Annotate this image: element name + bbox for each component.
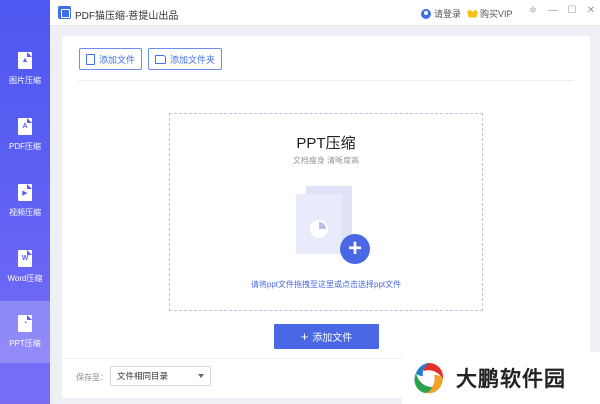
login-button[interactable]: 请登录 xyxy=(421,7,461,20)
app-title: PDF猫压缩-菩提山出品 xyxy=(75,11,179,22)
save-location-select[interactable]: 文件相同目录 xyxy=(110,366,211,386)
add-file-primary-button[interactable]: + 添加文件 xyxy=(274,324,379,349)
add-file-button[interactable]: 添加文件 xyxy=(79,48,143,70)
image-file-icon: ▲ xyxy=(18,52,32,69)
dropzone-hint[interactable]: 请将ppt文件拖拽至这里或点击选择ppt文件 xyxy=(170,279,482,290)
chevron-down-icon xyxy=(198,374,204,378)
add-circle-icon[interactable]: + xyxy=(340,234,370,264)
sidebar-item-label: 图片压缩 xyxy=(9,76,41,85)
add-folder-button[interactable]: 添加文件夹 xyxy=(148,48,223,70)
sidebar: ▲ 图片压缩 A PDF压缩 ▶ 视频压缩 W Word压缩 ◔ PPT压缩 xyxy=(0,0,50,404)
ppt-file-icon: ◔ xyxy=(18,315,32,332)
sidebar-item-video-compress[interactable]: ▶ 视频压缩 xyxy=(0,170,50,232)
add-folder-label: 添加文件夹 xyxy=(170,54,216,65)
minimize-icon[interactable]: — xyxy=(547,5,559,16)
dropzone-subtitle: 文档瘦身 清晰度高 xyxy=(292,156,360,165)
vip-label: 购买VIP xyxy=(480,9,513,19)
login-label: 请登录 xyxy=(434,9,462,19)
app-logo-icon xyxy=(58,6,71,19)
dropzone-title: PPT压缩 xyxy=(296,135,356,152)
title-bar: PDF猫压缩-菩提山出品 请登录 购买VIP ≑ — ☐ ✕ xyxy=(0,0,600,26)
folder-add-icon xyxy=(155,54,166,64)
pdf-file-icon: A xyxy=(18,118,32,135)
watermark-text: 大鹏软件园 xyxy=(456,368,566,391)
maximize-icon[interactable]: ☐ xyxy=(566,5,578,16)
menu-icon[interactable]: ≑ xyxy=(527,5,539,16)
user-icon xyxy=(421,8,431,19)
main-panel: 添加文件 添加文件夹 PPT压缩 文档瘦身 清晰度高 + 请将ppt文件拖拽至这… xyxy=(62,36,590,398)
save-location-value: 文件相同目录 xyxy=(117,371,169,381)
file-add-icon xyxy=(86,53,95,65)
primary-button-label: 添加文件 xyxy=(312,333,353,344)
sidebar-item-pdf-compress[interactable]: A PDF压缩 xyxy=(0,104,50,166)
plus-icon: + xyxy=(300,329,309,344)
watermark: 大鹏软件园 xyxy=(402,352,600,404)
divider xyxy=(78,80,574,81)
file-drop-zone[interactable]: PPT压缩 文档瘦身 清晰度高 + 请将ppt文件拖拽至这里或点击选择ppt文件 xyxy=(169,113,483,311)
sidebar-item-word-compress[interactable]: W Word压缩 xyxy=(0,236,50,298)
sidebar-item-label: PPT压缩 xyxy=(9,339,41,348)
video-file-icon: ▶ xyxy=(18,184,32,201)
save-location-label: 保存至： xyxy=(76,373,108,382)
sidebar-item-label: PDF压缩 xyxy=(9,142,41,151)
sidebar-item-label: 视频压缩 xyxy=(9,208,41,217)
sidebar-item-ppt-compress[interactable]: ◔ PPT压缩 xyxy=(0,301,50,363)
add-file-label: 添加文件 xyxy=(99,54,136,65)
crown-icon xyxy=(467,9,478,18)
close-icon[interactable]: ✕ xyxy=(585,5,597,16)
sidebar-item-image-compress[interactable]: ▲ 图片压缩 xyxy=(0,38,50,100)
pie-chart-icon xyxy=(310,220,328,238)
buy-vip-button[interactable]: 购买VIP xyxy=(467,7,513,20)
word-file-icon: W xyxy=(18,250,32,267)
sidebar-item-label: Word压缩 xyxy=(7,274,43,283)
watermark-logo-icon xyxy=(414,363,444,394)
